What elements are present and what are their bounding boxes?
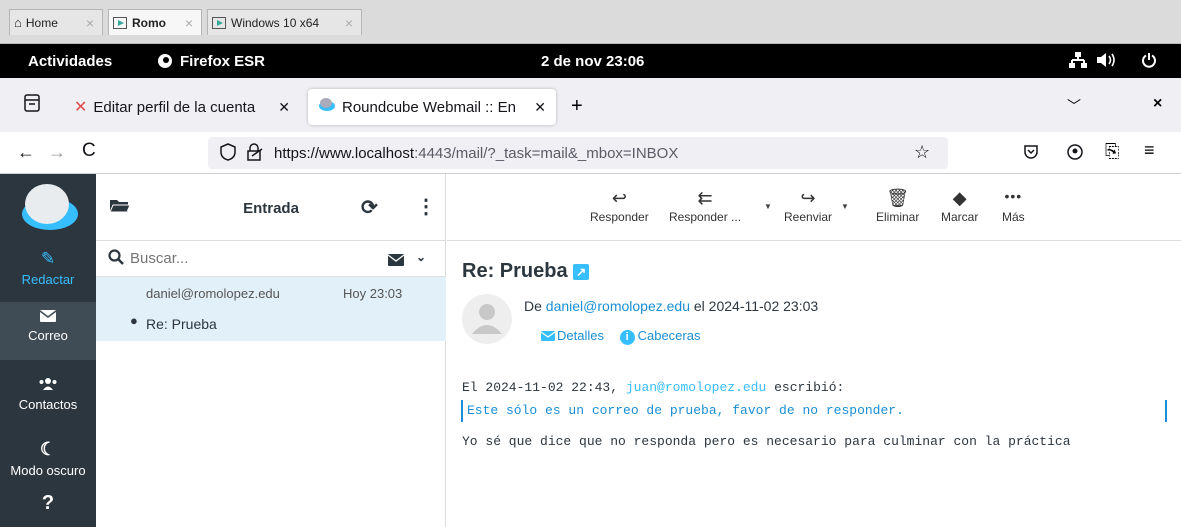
- lock-icon[interactable]: [246, 143, 264, 166]
- open-external-icon[interactable]: ↗: [573, 264, 590, 280]
- help-icon: ?: [41, 492, 55, 514]
- sidebar-item-compose[interactable]: ✎ Redactar: [0, 249, 96, 287]
- activities-button[interactable]: Actividades: [28, 53, 112, 70]
- more-icon: •••: [1004, 188, 1023, 204]
- reply-icon: ↩: [611, 188, 627, 208]
- forward-caret-icon[interactable]: ▼: [841, 202, 849, 211]
- mark-button[interactable]: ◆ Marcar: [941, 188, 978, 224]
- list-item[interactable]: daniel@romolopez.edu Hoy 23:03 ● Re: Pru…: [96, 277, 446, 341]
- bookmark-star-icon[interactable]: ☆: [914, 142, 930, 163]
- from-address-link[interactable]: daniel@romolopez.edu: [546, 298, 690, 314]
- tag-icon: ◆: [952, 188, 967, 208]
- info-icon: i: [619, 330, 635, 345]
- envelope-icon: [540, 331, 556, 341]
- close-icon[interactable]: ✕: [278, 99, 290, 116]
- message-subject: Re: Prueba: [146, 316, 217, 332]
- message-list-header: Entrada ⟳ ⋮: [96, 174, 446, 241]
- forward-icon[interactable]: →: [48, 142, 66, 163]
- folder-title: Entrada: [243, 200, 299, 217]
- browser-tab-strip: ✕ Editar perfil de la cuenta ✕ Roundcube…: [0, 78, 1181, 132]
- app-sidebar: ✎ Redactar Correo Contactos ☾ Modo oscur…: [0, 174, 96, 527]
- chevron-down-icon[interactable]: ⌄: [416, 250, 426, 264]
- close-icon[interactable]: ×: [345, 15, 353, 31]
- sidebar-item-dark-mode[interactable]: ☾ Modo oscuro: [0, 439, 96, 478]
- browser-nav-bar: ← → C https://www.localhost:4443/mail/?_…: [0, 132, 1181, 174]
- vm-icon: [113, 16, 127, 29]
- system-top-bar: Actividades Firefox ESR 2 de nov 23:06: [0, 44, 1181, 78]
- refresh-icon[interactable]: ⟳: [361, 195, 378, 220]
- sidebar-item-help[interactable]: ?: [0, 492, 96, 515]
- extensions-icon[interactable]: ⎘: [1105, 141, 1119, 162]
- message-toolbar: ↩ Responder ⇇ Responder ... ▼ ↪ Reenviar…: [447, 174, 1181, 241]
- tab-list-icon[interactable]: [24, 94, 40, 117]
- message-sender: daniel@romolopez.edu: [146, 286, 280, 301]
- tab-overflow-icon[interactable]: ﹀: [1067, 96, 1081, 116]
- reply-all-caret-icon[interactable]: ▼: [764, 202, 772, 211]
- reply-all-button[interactable]: ⇇ Responder ...: [669, 188, 741, 224]
- details-link[interactable]: Detalles: [540, 328, 608, 343]
- contacts-icon: [38, 378, 58, 394]
- close-icon[interactable]: ✕: [534, 99, 546, 116]
- search-bar: ⌄: [96, 241, 446, 277]
- message-from-line: De daniel@romolopez.edu el 2024-11-02 23…: [524, 298, 819, 314]
- vm-tab-windows[interactable]: Windows 10 x64 ×: [207, 9, 362, 35]
- moon-icon: ☾: [39, 439, 57, 459]
- url-text[interactable]: https://www.localhost:4443/mail/?_task=m…: [274, 145, 678, 162]
- quoted-text: Este sólo es un correo de prueba, favor …: [461, 400, 1167, 422]
- clock[interactable]: 2 de nov 23:06: [541, 53, 644, 70]
- trash-icon: 🗑: [886, 188, 910, 208]
- home-icon: ⌂: [14, 15, 22, 30]
- message-view: ↩ Responder ⇇ Responder ... ▼ ↪ Reenviar…: [447, 174, 1181, 527]
- close-icon[interactable]: ×: [185, 15, 193, 31]
- forward-icon: ↪: [800, 188, 816, 208]
- compose-icon: ✎: [40, 249, 56, 268]
- close-icon[interactable]: ×: [86, 15, 94, 31]
- sidebar-item-mail[interactable]: Correo: [0, 302, 96, 360]
- mail-icon: [39, 310, 57, 325]
- message-date: Hoy 23:03: [343, 286, 403, 301]
- network-icon[interactable]: [1069, 52, 1087, 72]
- reload-icon[interactable]: C: [82, 140, 96, 162]
- search-input[interactable]: [130, 247, 370, 269]
- back-icon[interactable]: ←: [17, 142, 35, 163]
- vm-tab-home[interactable]: ⌂ Home ×: [9, 9, 103, 35]
- mail-tab-icon: ✕: [74, 99, 88, 116]
- message-list-panel: Entrada ⟳ ⋮ ⌄ daniel@romolopez.edu Hoy 2…: [96, 174, 446, 527]
- browser-tab-profile[interactable]: ✕ Editar perfil de la cuenta ✕: [66, 89, 300, 125]
- search-icon[interactable]: [108, 249, 124, 270]
- power-icon[interactable]: [1141, 52, 1157, 72]
- account-icon[interactable]: [1067, 144, 1083, 165]
- headers-link[interactable]: i Cabeceras: [619, 328, 700, 345]
- pocket-icon[interactable]: [1023, 144, 1039, 165]
- forward-button[interactable]: ↪ Reenviar: [784, 188, 832, 224]
- url-bar[interactable]: https://www.localhost:4443/mail/?_task=m…: [208, 137, 948, 169]
- vm-icon: [212, 16, 226, 29]
- vm-tab-romo[interactable]: Romo ×: [108, 9, 202, 35]
- close-window-icon[interactable]: ×: [1153, 95, 1162, 113]
- firefox-icon: [157, 53, 173, 71]
- reply-all-icon: ⇇: [697, 188, 713, 208]
- avatar: [462, 294, 512, 349]
- shield-icon[interactable]: [220, 143, 236, 166]
- delete-button[interactable]: 🗑 Eliminar: [876, 188, 919, 224]
- browser-tab-roundcube[interactable]: Roundcube Webmail :: En ✕: [308, 89, 556, 125]
- vm-tab-bar: ⌂ Home × Romo × Windows 10 x64 ×: [0, 0, 1181, 44]
- sidebar-item-contacts[interactable]: Contactos: [0, 377, 96, 412]
- menu-icon[interactable]: ≡: [1144, 140, 1155, 161]
- new-tab-icon[interactable]: +: [571, 95, 583, 118]
- more-button[interactable]: ••• Más: [1002, 188, 1025, 224]
- roundcube-favicon: [318, 97, 336, 117]
- quote-intro: El 2024-11-02 22:43, juan@romolopez.edu …: [462, 380, 845, 395]
- message-body-text: Yo sé que dice que no responda pero es n…: [462, 434, 1071, 449]
- volume-icon[interactable]: [1097, 52, 1117, 72]
- message-subject-heading: Re: Prueba ↗: [462, 260, 590, 283]
- unread-dot-icon: ●: [130, 313, 138, 328]
- list-options-icon[interactable]: ⋮: [416, 194, 436, 219]
- quote-address-link[interactable]: juan@romolopez.edu: [626, 380, 766, 395]
- header-links: Detalles i Cabeceras: [540, 328, 700, 345]
- reply-button[interactable]: ↩ Responder: [590, 188, 649, 224]
- roundcube-logo: [0, 174, 96, 241]
- app-menu[interactable]: Firefox ESR: [180, 53, 265, 70]
- envelope-filter-icon[interactable]: [387, 253, 405, 271]
